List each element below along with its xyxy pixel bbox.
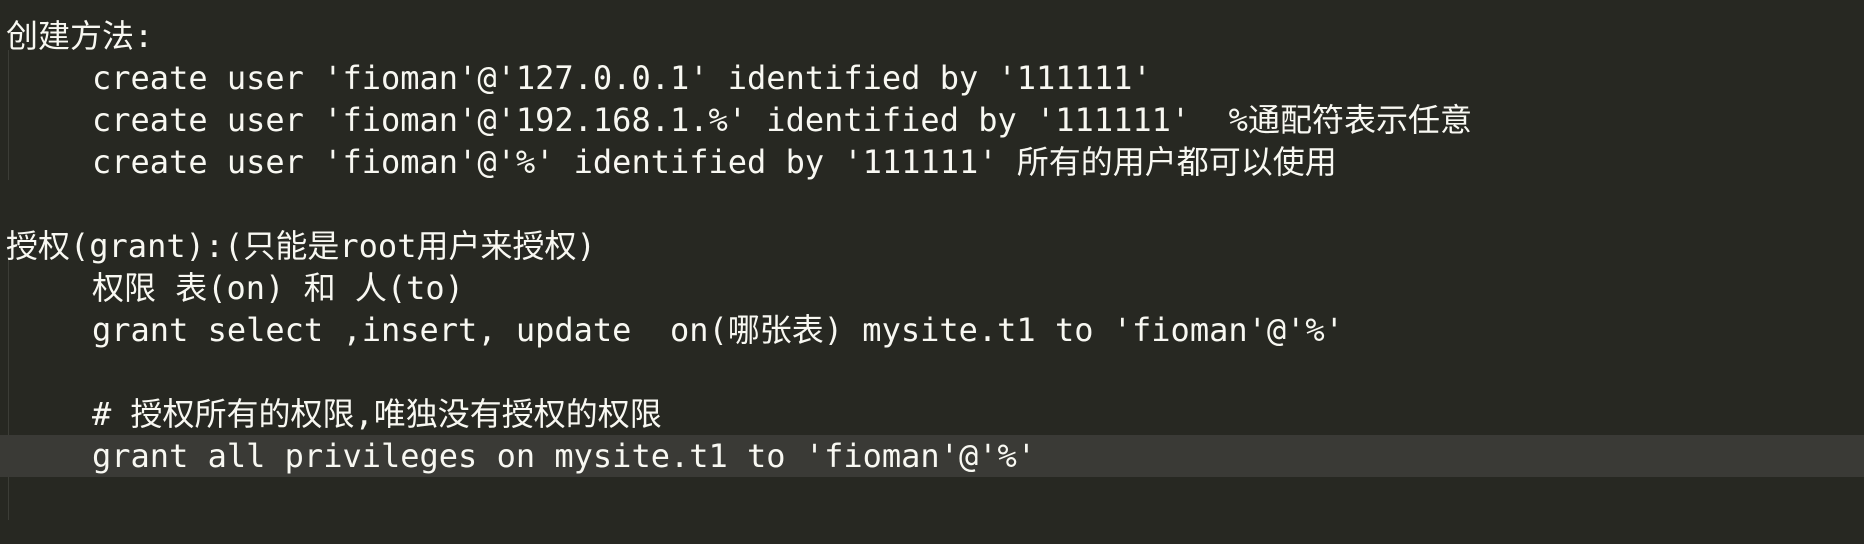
code-line-text: 权限 表(on) 和 人(to) [92,269,464,307]
code-line-1[interactable]: 创建方法: [0,15,1864,57]
code-line-11-current[interactable]: grant all privileges on mysite.t1 to 'fi… [0,435,1864,477]
code-line-text: create user 'fioman'@'%' identified by '… [92,143,1337,181]
code-line-text: grant select ,insert, update on(哪张表) mys… [92,311,1344,349]
code-line-text: create user 'fioman'@'127.0.0.1' identif… [92,59,1152,97]
code-line-9[interactable] [0,351,1864,393]
code-line-10[interactable]: # 授权所有的权限,唯独没有授权的权限 [0,393,1864,435]
code-line-4[interactable]: create user 'fioman'@'%' identified by '… [0,141,1864,183]
code-editor[interactable]: 创建方法: create user 'fioman'@'127.0.0.1' i… [0,0,1864,544]
code-line-6[interactable]: 授权(grant):(只能是root用户来授权) [0,225,1864,267]
code-line-text: # 授权所有的权限,唯独没有授权的权限 [92,395,662,433]
code-line-text: 授权(grant):(只能是root用户来授权) [6,227,596,265]
code-line-7[interactable]: 权限 表(on) 和 人(to) [0,267,1864,309]
code-line-text: 创建方法: [6,17,154,55]
code-line-text: create user 'fioman'@'192.168.1.%' ident… [92,101,1472,139]
code-line-5[interactable] [0,183,1864,225]
code-line-8[interactable]: grant select ,insert, update on(哪张表) mys… [0,309,1864,351]
code-line-2[interactable]: create user 'fioman'@'127.0.0.1' identif… [0,57,1864,99]
code-line-text: grant all privileges on mysite.t1 to 'fi… [92,437,1037,475]
code-line-3[interactable]: create user 'fioman'@'192.168.1.%' ident… [0,99,1864,141]
